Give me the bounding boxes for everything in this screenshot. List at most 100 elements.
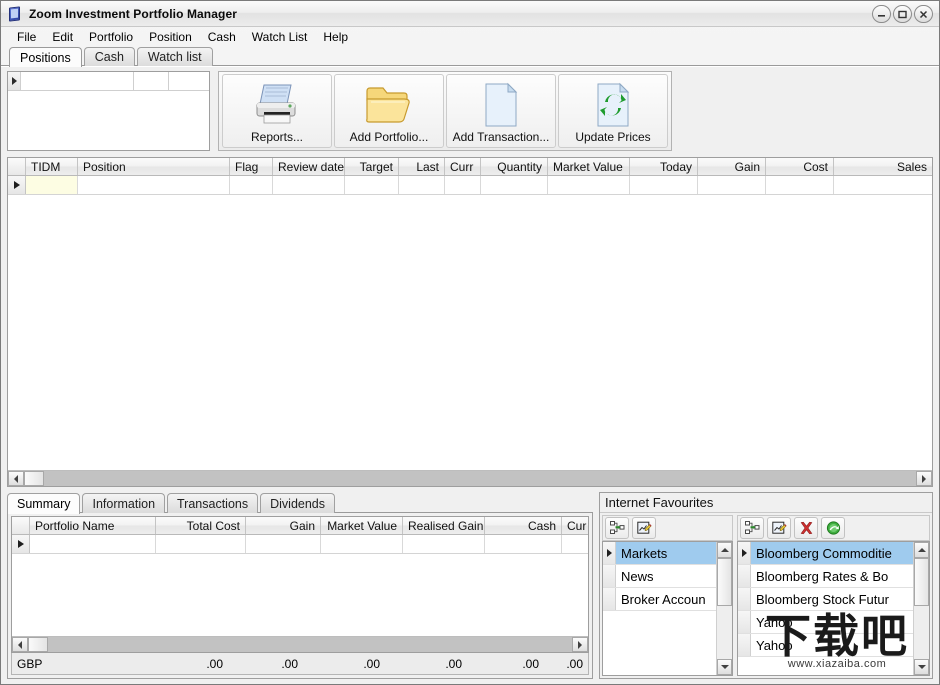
scroll-thumb[interactable] (914, 558, 929, 606)
scroll-track[interactable] (717, 558, 732, 659)
cell-target[interactable] (345, 176, 399, 194)
column-header-cash[interactable]: Cash (485, 517, 562, 534)
scroll-thumb[interactable] (28, 637, 48, 652)
cell-cash[interactable] (485, 535, 562, 553)
filter-cell-b[interactable] (134, 72, 169, 90)
scroll-left-icon[interactable] (12, 637, 28, 652)
list-item[interactable]: News (603, 565, 716, 588)
cell-total-cost[interactable] (156, 535, 246, 553)
scroll-right-icon[interactable] (572, 637, 588, 652)
update-prices-button[interactable]: Update Prices (558, 74, 668, 148)
add-portfolio-button[interactable]: Add Portfolio... (334, 74, 444, 148)
column-header-target[interactable]: Target (345, 158, 399, 175)
positions-horizontal-scrollbar[interactable] (8, 470, 932, 486)
column-header-cost[interactable]: Cost (766, 158, 834, 175)
scroll-track[interactable] (24, 471, 916, 486)
browse-icon[interactable] (821, 517, 845, 539)
scroll-up-icon[interactable] (914, 542, 929, 558)
maximize-icon[interactable] (893, 5, 912, 23)
list-item[interactable]: Broker Accoun (603, 588, 716, 611)
cell-sales[interactable] (834, 176, 932, 194)
scroll-down-icon[interactable] (717, 659, 732, 675)
filter-cell-c[interactable] (169, 72, 209, 90)
list-item[interactable]: Bloomberg Stock Futur (738, 588, 913, 611)
scroll-down-icon[interactable] (914, 659, 929, 675)
cell-last[interactable] (399, 176, 445, 194)
list-item[interactable]: Bloomberg Commoditie (738, 542, 913, 565)
table-row[interactable] (12, 535, 588, 554)
cell-review-date[interactable] (273, 176, 345, 194)
column-header-flag[interactable]: Flag (230, 158, 273, 175)
tab-dividends[interactable]: Dividends (260, 493, 335, 513)
add-transaction-button[interactable]: Add Transaction... (446, 74, 556, 148)
reports-button[interactable]: Reports... (222, 74, 332, 148)
column-header-quantity[interactable]: Quantity (481, 158, 548, 175)
cell-gain[interactable] (246, 535, 321, 553)
close-icon[interactable] (914, 5, 933, 23)
column-header-sales[interactable]: Sales (834, 158, 932, 175)
favourites-links-list[interactable]: Bloomberg Commoditie Bloomberg Rates & B… (737, 541, 930, 676)
summary-grid[interactable]: Portfolio Name Total Cost Gain Market Va… (11, 516, 589, 653)
list-item[interactable]: Markets (603, 542, 716, 565)
scroll-thumb[interactable] (717, 558, 732, 606)
cell-cur[interactable] (562, 535, 588, 553)
delete-icon[interactable] (794, 517, 818, 539)
add-group-icon[interactable] (605, 517, 629, 539)
cell-position[interactable] (78, 176, 230, 194)
tab-cash[interactable]: Cash (83, 47, 135, 66)
favourites-groups-list[interactable]: Markets News Broker Accoun (602, 541, 733, 676)
tab-positions[interactable]: Positions (9, 47, 82, 67)
column-header-today[interactable]: Today (630, 158, 698, 175)
column-header-last[interactable]: Last (399, 158, 445, 175)
column-header-market-value[interactable]: Market Value (321, 517, 403, 534)
cell-market-value[interactable] (548, 176, 630, 194)
column-header-market-value[interactable]: Market Value (548, 158, 630, 175)
menu-item-position[interactable]: Position (141, 28, 200, 47)
add-link-icon[interactable] (740, 517, 764, 539)
scroll-up-icon[interactable] (717, 542, 732, 558)
summary-horizontal-scrollbar[interactable] (12, 636, 588, 652)
column-header-curr[interactable]: Curr (445, 158, 481, 175)
tab-transactions[interactable]: Transactions (167, 493, 259, 513)
cell-quantity[interactable] (481, 176, 548, 194)
column-header-portfolio-name[interactable]: Portfolio Name (30, 517, 156, 534)
cell-portfolio-name[interactable] (30, 535, 156, 553)
list-item[interactable]: Bloomberg Rates & Bo (738, 565, 913, 588)
scroll-left-icon[interactable] (8, 471, 24, 486)
filter-cell-name[interactable] (21, 72, 134, 90)
cell-flag[interactable] (230, 176, 273, 194)
list-item[interactable]: Yahoo (738, 611, 913, 634)
menu-item-watch-list[interactable]: Watch List (244, 28, 316, 47)
cell-realised-gain[interactable] (403, 535, 485, 553)
scroll-thumb[interactable] (24, 471, 44, 486)
cell-today[interactable] (630, 176, 698, 194)
cell-gain[interactable] (698, 176, 766, 194)
column-header-position[interactable]: Position (78, 158, 230, 175)
column-header-gain[interactable]: Gain (698, 158, 766, 175)
cell-cost[interactable] (766, 176, 834, 194)
groups-vertical-scrollbar[interactable] (716, 542, 732, 675)
table-row[interactable] (8, 176, 932, 195)
column-header-tidm[interactable]: TIDM (26, 158, 78, 175)
scroll-track[interactable] (28, 637, 572, 652)
tab-watch-list[interactable]: Watch list (136, 47, 213, 66)
edit-link-icon[interactable] (767, 517, 791, 539)
cell-tidm[interactable] (26, 176, 78, 194)
portfolio-selector-grid[interactable] (7, 71, 210, 151)
edit-group-icon[interactable] (632, 517, 656, 539)
column-header-realised-gain[interactable]: Realised Gain (403, 517, 485, 534)
menu-item-portfolio[interactable]: Portfolio (81, 28, 141, 47)
column-header-total-cost[interactable]: Total Cost (156, 517, 246, 534)
scroll-track[interactable] (914, 558, 929, 659)
menu-item-help[interactable]: Help (315, 28, 356, 47)
menu-item-cash[interactable]: Cash (200, 28, 244, 47)
menu-item-file[interactable]: File (9, 28, 44, 47)
filter-grid-row[interactable] (8, 72, 209, 91)
column-header-cur[interactable]: Cur (562, 517, 588, 534)
list-item[interactable]: Yahoo (738, 634, 913, 657)
minimize-icon[interactable] (872, 5, 891, 23)
menu-item-edit[interactable]: Edit (44, 28, 81, 47)
positions-grid[interactable]: TIDM Position Flag Review date Target La… (7, 157, 933, 487)
scroll-right-icon[interactable] (916, 471, 932, 486)
column-header-gain[interactable]: Gain (246, 517, 321, 534)
